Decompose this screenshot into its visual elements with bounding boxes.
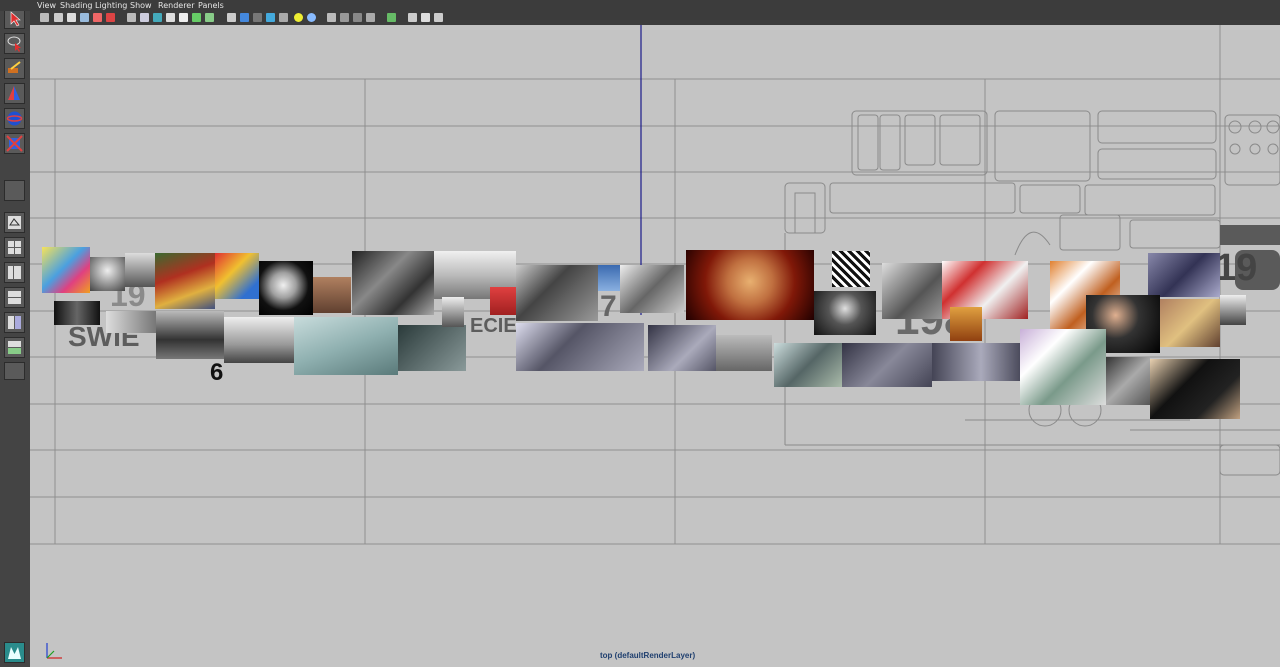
menu-view[interactable]: View bbox=[34, 0, 59, 11]
photo-tile[interactable] bbox=[155, 253, 215, 309]
lasso-tool[interactable] bbox=[4, 33, 25, 54]
panel-menu-bar: View Shading Lighting Show Renderer Pane… bbox=[0, 0, 1280, 11]
photo-tile[interactable] bbox=[125, 253, 155, 287]
overlay-text-ecie: ECIE bbox=[470, 315, 517, 337]
photo-tile[interactable] bbox=[842, 343, 932, 387]
wireframe-on-shaded-icon[interactable] bbox=[253, 13, 262, 22]
photo-tile[interactable] bbox=[224, 317, 294, 363]
photo-tile[interactable] bbox=[1106, 357, 1150, 405]
photo-tile[interactable] bbox=[442, 297, 464, 327]
photo-tile[interactable] bbox=[313, 277, 351, 313]
menu-panels[interactable]: Panels bbox=[195, 0, 227, 11]
panel-layout-icon[interactable] bbox=[421, 13, 430, 22]
camera-label: top (defaultRenderLayer) bbox=[600, 651, 696, 660]
photo-tile[interactable] bbox=[598, 265, 620, 291]
high-quality-icon[interactable] bbox=[340, 13, 349, 22]
photo-tile[interactable] bbox=[686, 250, 814, 320]
photo-tile[interactable] bbox=[398, 325, 466, 371]
photo-tile[interactable] bbox=[259, 261, 313, 315]
move-tool[interactable] bbox=[4, 83, 25, 104]
side-layout[interactable] bbox=[4, 262, 25, 283]
menu-shading[interactable]: Shading bbox=[57, 0, 96, 11]
image-plane-icon[interactable] bbox=[80, 13, 89, 22]
single-layout[interactable] bbox=[4, 212, 25, 233]
safe-action-icon[interactable] bbox=[192, 13, 201, 22]
select-tool[interactable] bbox=[4, 8, 25, 29]
stacked-layout[interactable] bbox=[4, 287, 25, 308]
maya-logo-icon bbox=[4, 642, 25, 663]
photo-tile[interactable] bbox=[1148, 253, 1220, 297]
last-tool[interactable] bbox=[4, 180, 25, 201]
grease-pencil-icon[interactable] bbox=[106, 13, 115, 22]
photo-tile[interactable] bbox=[294, 317, 398, 375]
use-lights-icon[interactable] bbox=[294, 13, 303, 22]
anti-aliasing-icon[interactable] bbox=[366, 13, 375, 22]
photo-tile[interactable] bbox=[620, 265, 684, 313]
two-d-pan-icon[interactable] bbox=[93, 13, 102, 22]
photo-tile[interactable] bbox=[54, 301, 100, 325]
photo-tile[interactable] bbox=[352, 251, 434, 315]
photo-tile[interactable] bbox=[156, 311, 224, 359]
gate-mask-icon[interactable] bbox=[166, 13, 175, 22]
overlay-text-year-19-right: 19 bbox=[1215, 247, 1258, 289]
photo-tile[interactable] bbox=[950, 307, 982, 341]
viewport-top[interactable]: SWIE 19 ECIE 7 6 198 19 top (defaultRend… bbox=[30, 25, 1280, 667]
axis-indicator-icon bbox=[46, 643, 62, 659]
photo-tile[interactable] bbox=[516, 265, 598, 321]
photo-tile[interactable] bbox=[215, 253, 259, 299]
select-camera-icon[interactable] bbox=[40, 13, 49, 22]
photo-tile[interactable] bbox=[648, 325, 716, 371]
rotate-tool[interactable] bbox=[4, 108, 25, 129]
photo-tile[interactable] bbox=[1160, 299, 1220, 347]
four-layout[interactable] bbox=[4, 237, 25, 258]
photo-tile[interactable] bbox=[774, 343, 842, 387]
textured-icon[interactable] bbox=[279, 13, 288, 22]
photo-tile[interactable] bbox=[832, 251, 870, 287]
panel-toolbar bbox=[30, 11, 1280, 25]
photo-tile[interactable] bbox=[490, 287, 516, 315]
outliner-layout[interactable] bbox=[4, 362, 25, 380]
wireframe-icon[interactable] bbox=[227, 13, 236, 22]
menu-show[interactable]: Show bbox=[127, 0, 155, 11]
photo-tile[interactable] bbox=[814, 291, 876, 335]
shadows-icon[interactable] bbox=[307, 13, 316, 22]
menu-lighting[interactable]: Lighting bbox=[92, 0, 130, 11]
photo-tile[interactable] bbox=[516, 323, 644, 371]
photo-tile[interactable] bbox=[1220, 295, 1246, 325]
ambient-occlusion-icon[interactable] bbox=[353, 13, 362, 22]
toolbox bbox=[0, 0, 30, 667]
overlay-text-digit-6: 6 bbox=[210, 359, 224, 386]
resolution-gate-icon[interactable] bbox=[153, 13, 162, 22]
film-gate-icon[interactable] bbox=[140, 13, 149, 22]
photo-tile[interactable] bbox=[882, 263, 942, 319]
photo-tile[interactable] bbox=[42, 247, 90, 293]
viewport-settings-icon[interactable] bbox=[434, 13, 443, 22]
bookmark-icon[interactable] bbox=[67, 13, 76, 22]
hypershade-layout[interactable] bbox=[4, 337, 25, 358]
depth-of-field-icon[interactable] bbox=[387, 13, 396, 22]
photo-tile[interactable] bbox=[932, 343, 1030, 381]
field-chart-icon[interactable] bbox=[179, 13, 188, 22]
grid-toggle-icon[interactable] bbox=[127, 13, 136, 22]
menu-renderer[interactable]: Renderer bbox=[155, 0, 198, 11]
persp-graph-layout[interactable] bbox=[4, 312, 25, 333]
smooth-shade-icon[interactable] bbox=[240, 13, 249, 22]
safe-title-icon[interactable] bbox=[205, 13, 214, 22]
isolate-select-icon[interactable] bbox=[327, 13, 336, 22]
photo-tile[interactable] bbox=[90, 257, 125, 291]
photo-tile[interactable] bbox=[716, 335, 772, 371]
xray-icon[interactable] bbox=[266, 13, 275, 22]
hud-toggle-icon[interactable] bbox=[408, 13, 417, 22]
scale-tool[interactable] bbox=[4, 133, 25, 154]
photo-tile[interactable] bbox=[1020, 329, 1106, 405]
camera-attributes-icon[interactable] bbox=[54, 13, 63, 22]
overlay-text-digit-7: 7 bbox=[600, 290, 617, 323]
paint-tool[interactable] bbox=[4, 58, 25, 79]
photo-tile[interactable] bbox=[106, 311, 156, 333]
photo-tile[interactable] bbox=[1150, 359, 1240, 419]
